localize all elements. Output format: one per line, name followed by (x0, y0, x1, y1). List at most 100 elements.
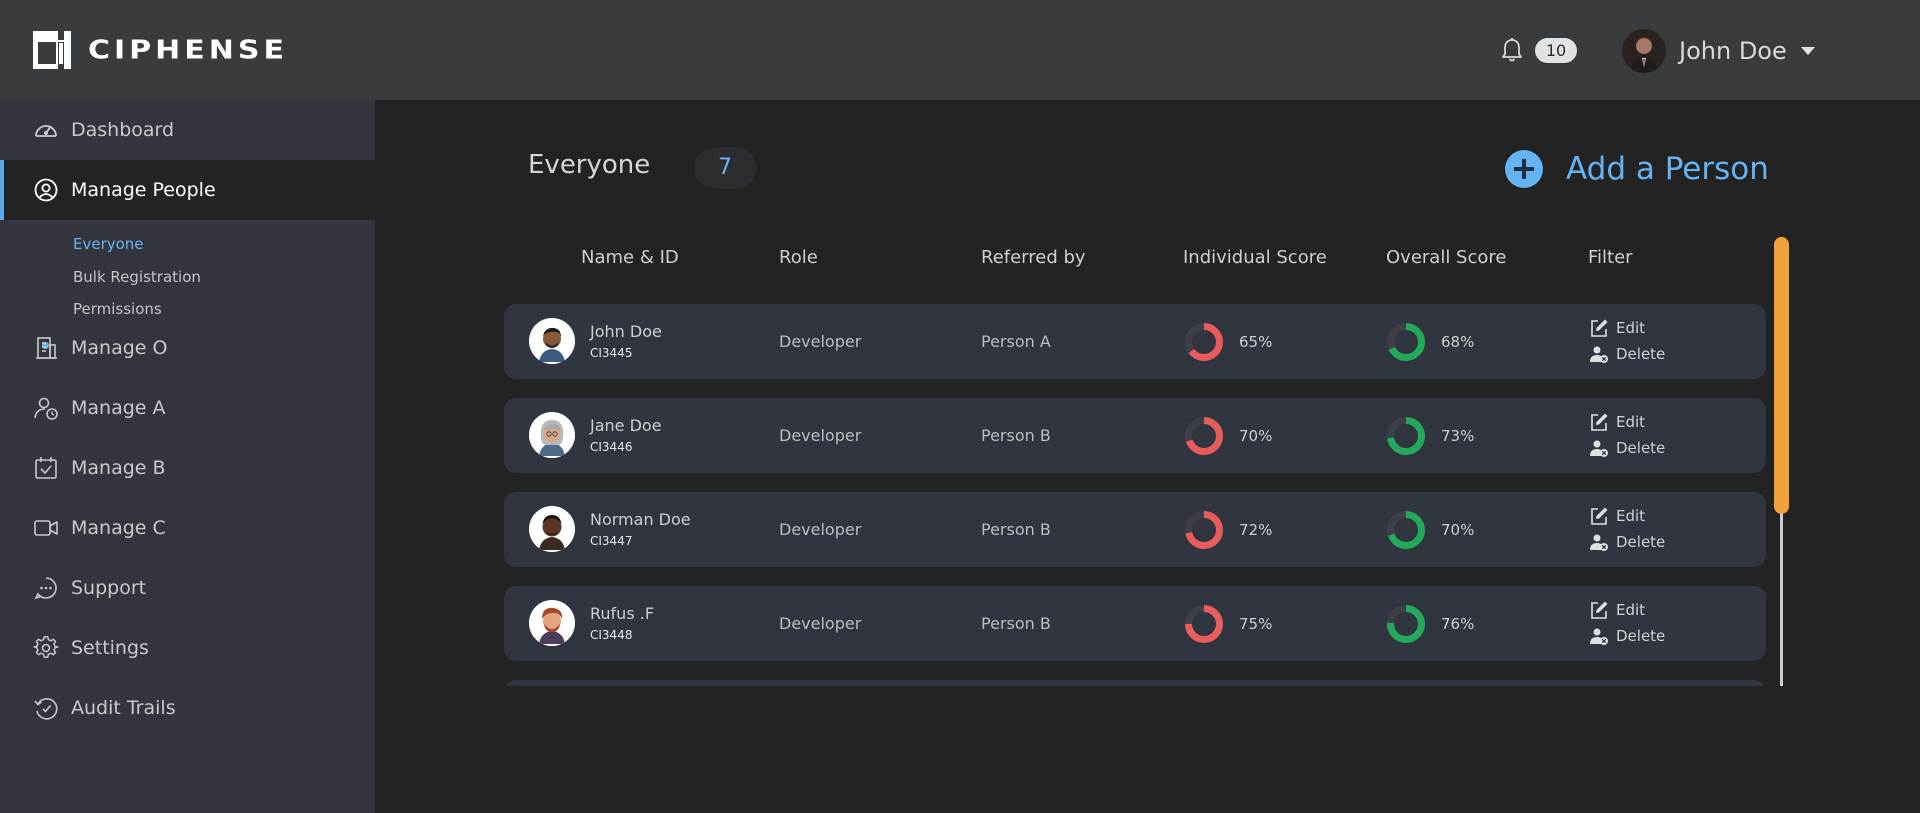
individual-score-donut (1185, 511, 1223, 549)
building-icon (36, 337, 57, 359)
table-row[interactable]: John Doe CI3445 Developer Person A 65% 6… (504, 304, 1766, 379)
column-header-referred-by[interactable]: Referred by (981, 247, 1086, 268)
add-person-label: Add a Person (1566, 151, 1769, 187)
sidebar-subitem-permissions[interactable]: Permissions (73, 300, 162, 318)
avatar (529, 412, 575, 458)
sidebar-item-label: Manage O (71, 337, 168, 359)
sidebar-item-label: Manage B (71, 457, 166, 479)
person-referred-by: Person B (981, 614, 1051, 633)
person-referred-by: Person A (981, 332, 1051, 351)
table-row[interactable]: Norman Doe CI3447 Developer Person B 72%… (504, 492, 1766, 567)
overall-score-value: 76% (1441, 615, 1475, 633)
sidebar-item-label: Manage People (71, 179, 216, 201)
individual-score-value: 65% (1239, 333, 1273, 351)
column-header-individual-score[interactable]: Individual Score (1183, 247, 1327, 268)
overall-score-donut (1387, 511, 1425, 549)
top-bar: CIPHENSE 10 John Doe (0, 0, 1920, 100)
logo-text: CIPHENSE (88, 35, 288, 65)
edit-icon (1591, 507, 1608, 525)
avatar (529, 318, 575, 364)
delete-user-icon (1590, 534, 1608, 551)
overall-score-donut (1387, 417, 1425, 455)
person-referred-by: Person B (981, 520, 1051, 539)
sidebar-item-label: Manage A (71, 397, 166, 419)
sidebar-item-manage-a[interactable]: Manage A (0, 378, 375, 438)
app-logo[interactable]: CIPHENSE (33, 31, 288, 69)
user-menu[interactable]: John Doe (1622, 28, 1815, 74)
table-row[interactable] (504, 680, 1766, 686)
delete-label: Delete (1616, 439, 1666, 457)
individual-score-donut (1185, 323, 1223, 361)
calendar-check-icon (35, 457, 57, 479)
page-title: Everyone (528, 150, 651, 180)
sidebar-item-label: Manage C (71, 517, 166, 539)
scrollbar-thumb[interactable] (1774, 237, 1789, 514)
person-name: Rufus .F (590, 604, 655, 623)
plus-circle-icon (1505, 150, 1543, 188)
overall-score-value: 70% (1441, 521, 1475, 539)
edit-icon (1591, 601, 1608, 619)
sidebar-subitem-bulk-registration[interactable]: Bulk Registration (73, 268, 201, 286)
sidebar-item-label: Support (71, 577, 147, 599)
sidebar: Dashboard Manage People Everyone Bulk Re… (0, 100, 375, 813)
edit-icon (1591, 319, 1608, 337)
person-name: Jane Doe (590, 416, 662, 435)
table-row[interactable]: Rufus .F CI3448 Developer Person B 75% 7… (504, 586, 1766, 661)
overall-score-donut (1387, 323, 1425, 361)
sidebar-subitem-everyone[interactable]: Everyone (73, 235, 144, 253)
user-clock-icon (34, 397, 58, 420)
person-id: CI3447 (590, 534, 633, 548)
column-header-role[interactable]: Role (779, 247, 818, 268)
person-id: CI3448 (590, 628, 633, 642)
sidebar-item-label: Dashboard (71, 119, 175, 141)
person-referred-by: Person B (981, 426, 1051, 445)
sidebar-item-support[interactable]: Support (0, 558, 375, 618)
person-role: Developer (779, 426, 862, 445)
gear-icon (33, 636, 59, 658)
sidebar-item-manage-people[interactable]: Manage People (0, 160, 375, 220)
chat-bubble-icon (34, 577, 57, 600)
delete-button[interactable]: Delete (1589, 626, 1665, 646)
video-camera-icon (34, 520, 58, 536)
sidebar-item-dashboard[interactable]: Dashboard (0, 100, 375, 160)
column-header-name-id[interactable]: Name & ID (581, 247, 679, 268)
overall-score-donut (1387, 605, 1425, 643)
sidebar-item-manage-o[interactable]: Manage O (0, 318, 375, 378)
edit-icon (1591, 413, 1608, 431)
delete-label: Delete (1616, 345, 1666, 363)
person-name: Norman Doe (590, 510, 691, 529)
edit-label: Edit (1616, 601, 1646, 619)
delete-button[interactable]: Delete (1589, 344, 1665, 364)
add-person-button[interactable]: Add a Person (1505, 150, 1769, 188)
person-id: CI3446 (590, 440, 633, 454)
avatar (529, 506, 575, 552)
overall-score-value: 73% (1441, 427, 1475, 445)
column-header-overall-score[interactable]: Overall Score (1386, 247, 1506, 268)
edit-button[interactable]: Edit (1589, 412, 1645, 432)
avatar (529, 600, 575, 646)
edit-label: Edit (1616, 319, 1646, 337)
individual-score-value: 70% (1239, 427, 1273, 445)
column-header-filter[interactable]: Filter (1588, 247, 1633, 268)
table-row[interactable]: Jane Doe CI3446 Developer Person B 70% 7… (504, 398, 1766, 473)
sidebar-item-settings[interactable]: Settings (0, 618, 375, 678)
edit-button[interactable]: Edit (1589, 506, 1645, 526)
edit-label: Edit (1616, 507, 1646, 525)
edit-button[interactable]: Edit (1589, 600, 1645, 620)
notification-count-badge[interactable]: 10 (1535, 38, 1577, 63)
user-avatar (1622, 29, 1666, 73)
delete-button[interactable]: Delete (1589, 532, 1665, 552)
sidebar-item-audit-trails[interactable]: Audit Trails (0, 678, 375, 738)
sidebar-item-manage-b[interactable]: Manage B (0, 438, 375, 498)
sidebar-item-label: Audit Trails (71, 697, 176, 719)
individual-score-value: 75% (1239, 615, 1273, 633)
history-icon (34, 698, 58, 720)
delete-user-icon (1590, 440, 1608, 457)
individual-score-value: 72% (1239, 521, 1273, 539)
bell-icon[interactable] (1500, 37, 1524, 63)
edit-label: Edit (1616, 413, 1646, 431)
delete-button[interactable]: Delete (1589, 438, 1665, 458)
user-name: John Doe (1679, 37, 1787, 65)
sidebar-item-manage-c[interactable]: Manage C (0, 498, 375, 558)
edit-button[interactable]: Edit (1589, 318, 1645, 338)
